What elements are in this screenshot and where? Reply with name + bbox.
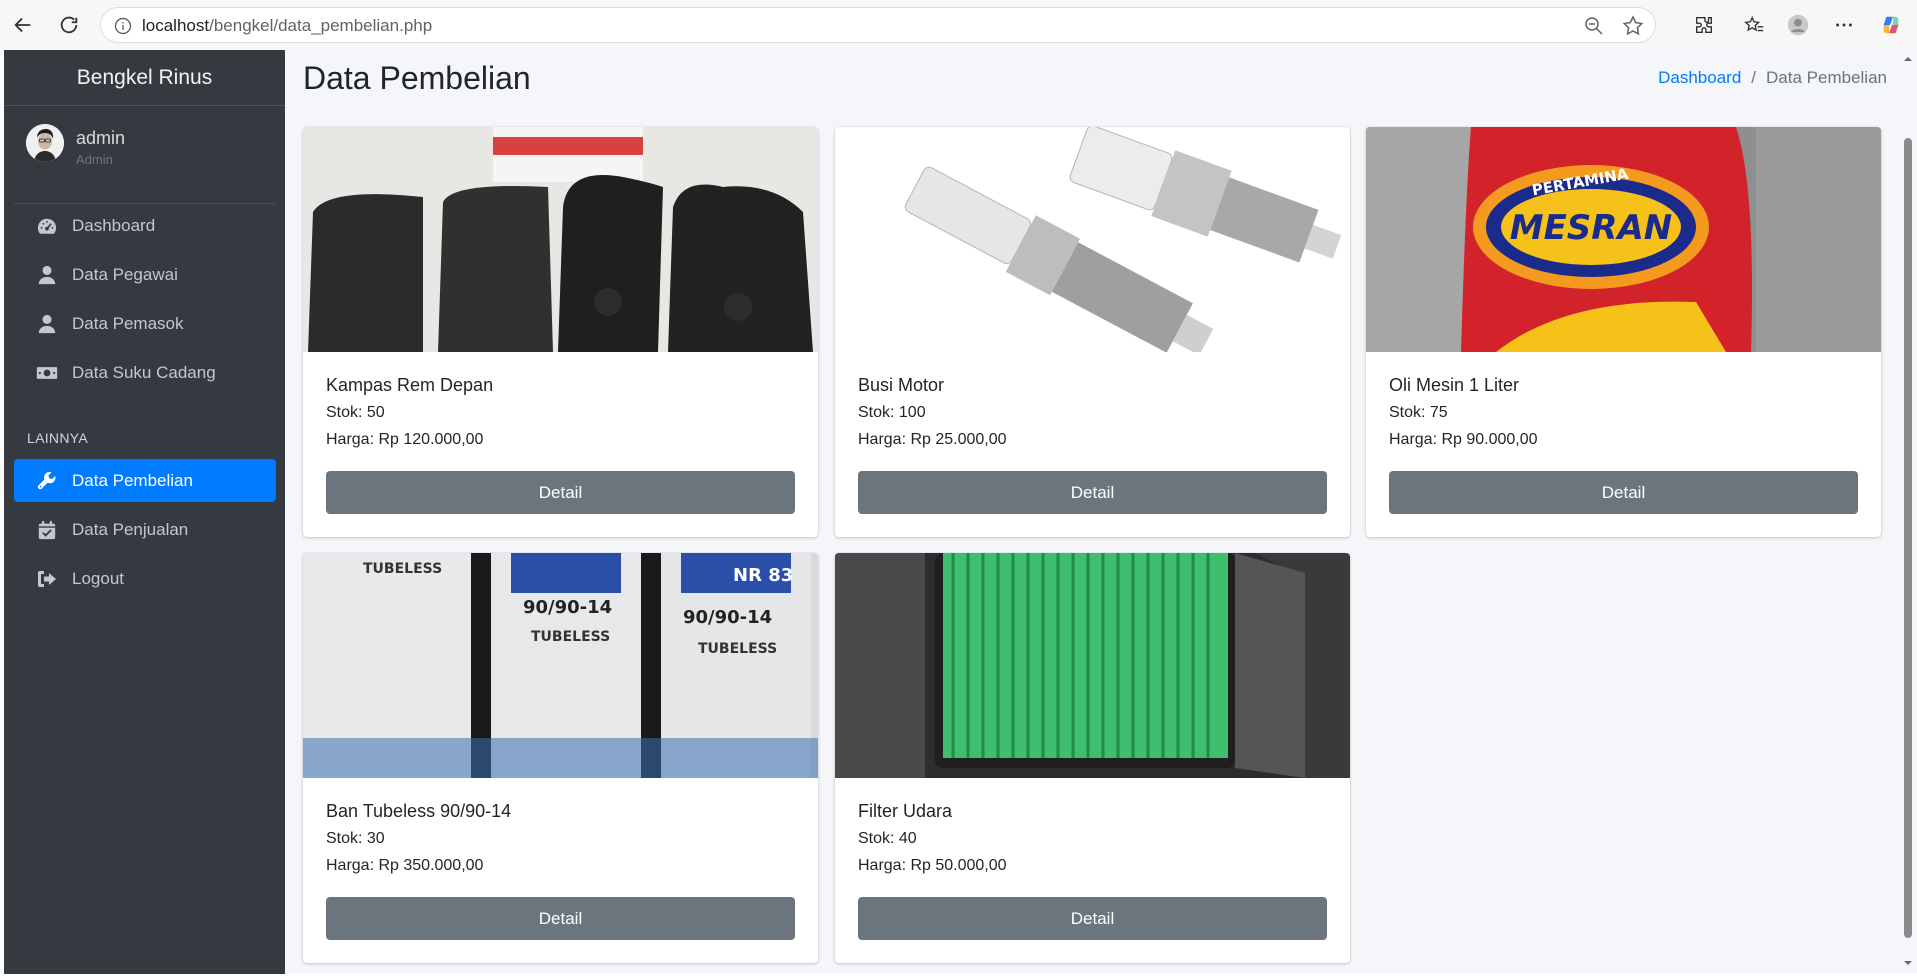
vertical-scrollbar[interactable] [1899,50,1917,974]
product-stock: Stok: 100 [858,404,926,421]
tire-size-text: 90/90-14 [683,607,772,628]
address-bar[interactable]: localhost/bengkel/data_pembelian.php [100,7,1656,43]
product-card: Kampas Rem Depan Stok: 50 Harga: Rp 120.… [303,127,818,537]
product-card: Filter Udara Stok: 40 Harga: Rp 50.000,0… [835,553,1350,963]
sidebar-item-data-pegawai[interactable]: Data Pegawai [14,253,276,296]
oil-brand-text: MESRAN [1510,208,1673,248]
avatar [26,124,64,162]
user-icon [36,264,58,286]
sidebar-item-label: Data Suku Cadang [72,363,216,382]
user-icon [36,313,58,335]
url-path: /bengkel/data_pembelian.php [209,16,433,35]
breadcrumb: Dashboard / Data Pembelian [1658,68,1887,88]
brand-name: Bengkel Rinus [76,65,213,89]
tire-model-text: NR 83 [733,565,793,586]
sidebar-item-label: Data Pembelian [72,471,193,490]
extensions-icon[interactable] [1690,11,1718,39]
product-price: Harga: Rp 350.000,00 [326,857,484,874]
reload-icon[interactable] [54,10,84,40]
product-stock: Stok: 50 [326,404,385,421]
url-host: localhost [142,16,210,35]
product-stock: Stok: 30 [326,830,385,847]
product-stock: Stok: 75 [1389,404,1448,421]
user-role: Admin [76,152,113,167]
tachometer-icon [36,215,58,237]
favorites-icon[interactable] [1740,11,1768,39]
sidebar-item-data-penjualan[interactable]: Data Penjualan [14,508,276,551]
url-text[interactable]: localhost/bengkel/data_pembelian.php [142,16,432,36]
browser-toolbar: localhost/bengkel/data_pembelian.php [0,0,1917,50]
tire-label-text: TUBELESS [363,561,442,577]
brake-pads-photo [303,127,818,352]
product-card: Busi Motor Stok: 100 Harga: Rp 25.000,00… [835,127,1350,537]
tire-label-text: TUBELESS [531,629,610,645]
breadcrumb-separator: / [1751,68,1757,87]
product-stock: Stok: 40 [858,830,917,847]
sidebar-item-dashboard[interactable]: Dashboard [14,204,276,247]
nav-section-header: LAINNYA [27,430,88,446]
user-name[interactable]: admin [76,128,125,149]
scroll-down-arrow-icon[interactable] [1903,958,1913,968]
favorite-star-icon[interactable] [1621,14,1645,38]
scroll-thumb[interactable] [1904,138,1912,938]
sidebar-item-label: Dashboard [72,216,156,235]
breadcrumb-dashboard-link[interactable]: Dashboard [1658,68,1741,88]
wrench-icon [36,470,58,492]
sign-out-icon [36,568,58,590]
product-name: Filter Udara [858,801,953,821]
back-arrow-icon[interactable] [8,10,38,40]
profile-icon[interactable] [1784,11,1812,39]
tire-size-text: 90/90-14 [523,597,612,618]
product-name: Ban Tubeless 90/90-14 [326,801,512,821]
detail-button[interactable]: Detail [326,897,795,940]
detail-button[interactable]: Detail [858,897,1327,940]
money-bill-icon [36,362,58,384]
brand-link[interactable]: Bengkel Rinus [4,50,285,106]
sidebar-item-data-suku-cadang[interactable]: Data Suku Cadang [14,351,276,394]
product-name: Kampas Rem Depan [326,375,494,395]
sidebar-item-data-pembelian[interactable]: Data Pembelian [14,459,276,502]
user-panel: admin Admin [4,107,285,203]
product-name: Busi Motor [858,375,945,395]
product-card: TUBELESS 90/90-14 TUBELESS NR 83 90/90-1… [303,553,818,963]
sidebar-item-label: Data Pegawai [72,265,178,284]
copilot-icon[interactable] [1877,11,1905,39]
main-content: Data Pembelian Dashboard / Data Pembelia… [285,50,1899,974]
info-icon[interactable] [113,16,133,36]
tubeless-tires-photo: TUBELESS 90/90-14 TUBELESS NR 83 90/90-1… [303,553,818,778]
product-price: Harga: Rp 50.000,00 [858,857,1007,874]
product-price: Harga: Rp 120.000,00 [326,431,484,448]
sidebar-item-label: Logout [72,569,124,588]
detail-button[interactable]: Detail [326,471,795,514]
scroll-up-arrow-icon[interactable] [1903,54,1913,64]
page-title: Data Pembelian [303,60,531,96]
tire-label-text: TUBELESS [698,641,777,657]
engine-oil-photo: MESRAN PERTAMINA [1366,127,1881,352]
product-price: Harga: Rp 25.000,00 [858,431,1007,448]
sidebar-item-label: Data Penjualan [72,520,189,539]
product-price: Harga: Rp 90.000,00 [1389,431,1538,448]
zoom-out-icon[interactable] [1583,15,1605,37]
sidebar-item-logout[interactable]: Logout [14,557,276,600]
product-name: Oli Mesin 1 Liter [1389,375,1520,395]
detail-button[interactable]: Detail [1389,471,1858,514]
spark-plug-photo [835,127,1350,352]
breadcrumb-current: Data Pembelian [1766,68,1887,87]
more-options-icon[interactable] [1830,11,1858,39]
sidebar-item-data-pemasok[interactable]: Data Pemasok [14,302,276,345]
product-card: MESRAN PERTAMINA Oli Mesin 1 Liter Stok:… [1366,127,1881,537]
air-filter-photo [835,553,1350,778]
sidebar-item-label: Data Pemasok [72,314,184,333]
sidebar: Bengkel Rinus admin Admin Dashboard Data… [4,50,285,974]
calendar-check-icon [36,519,58,541]
detail-button[interactable]: Detail [858,471,1327,514]
